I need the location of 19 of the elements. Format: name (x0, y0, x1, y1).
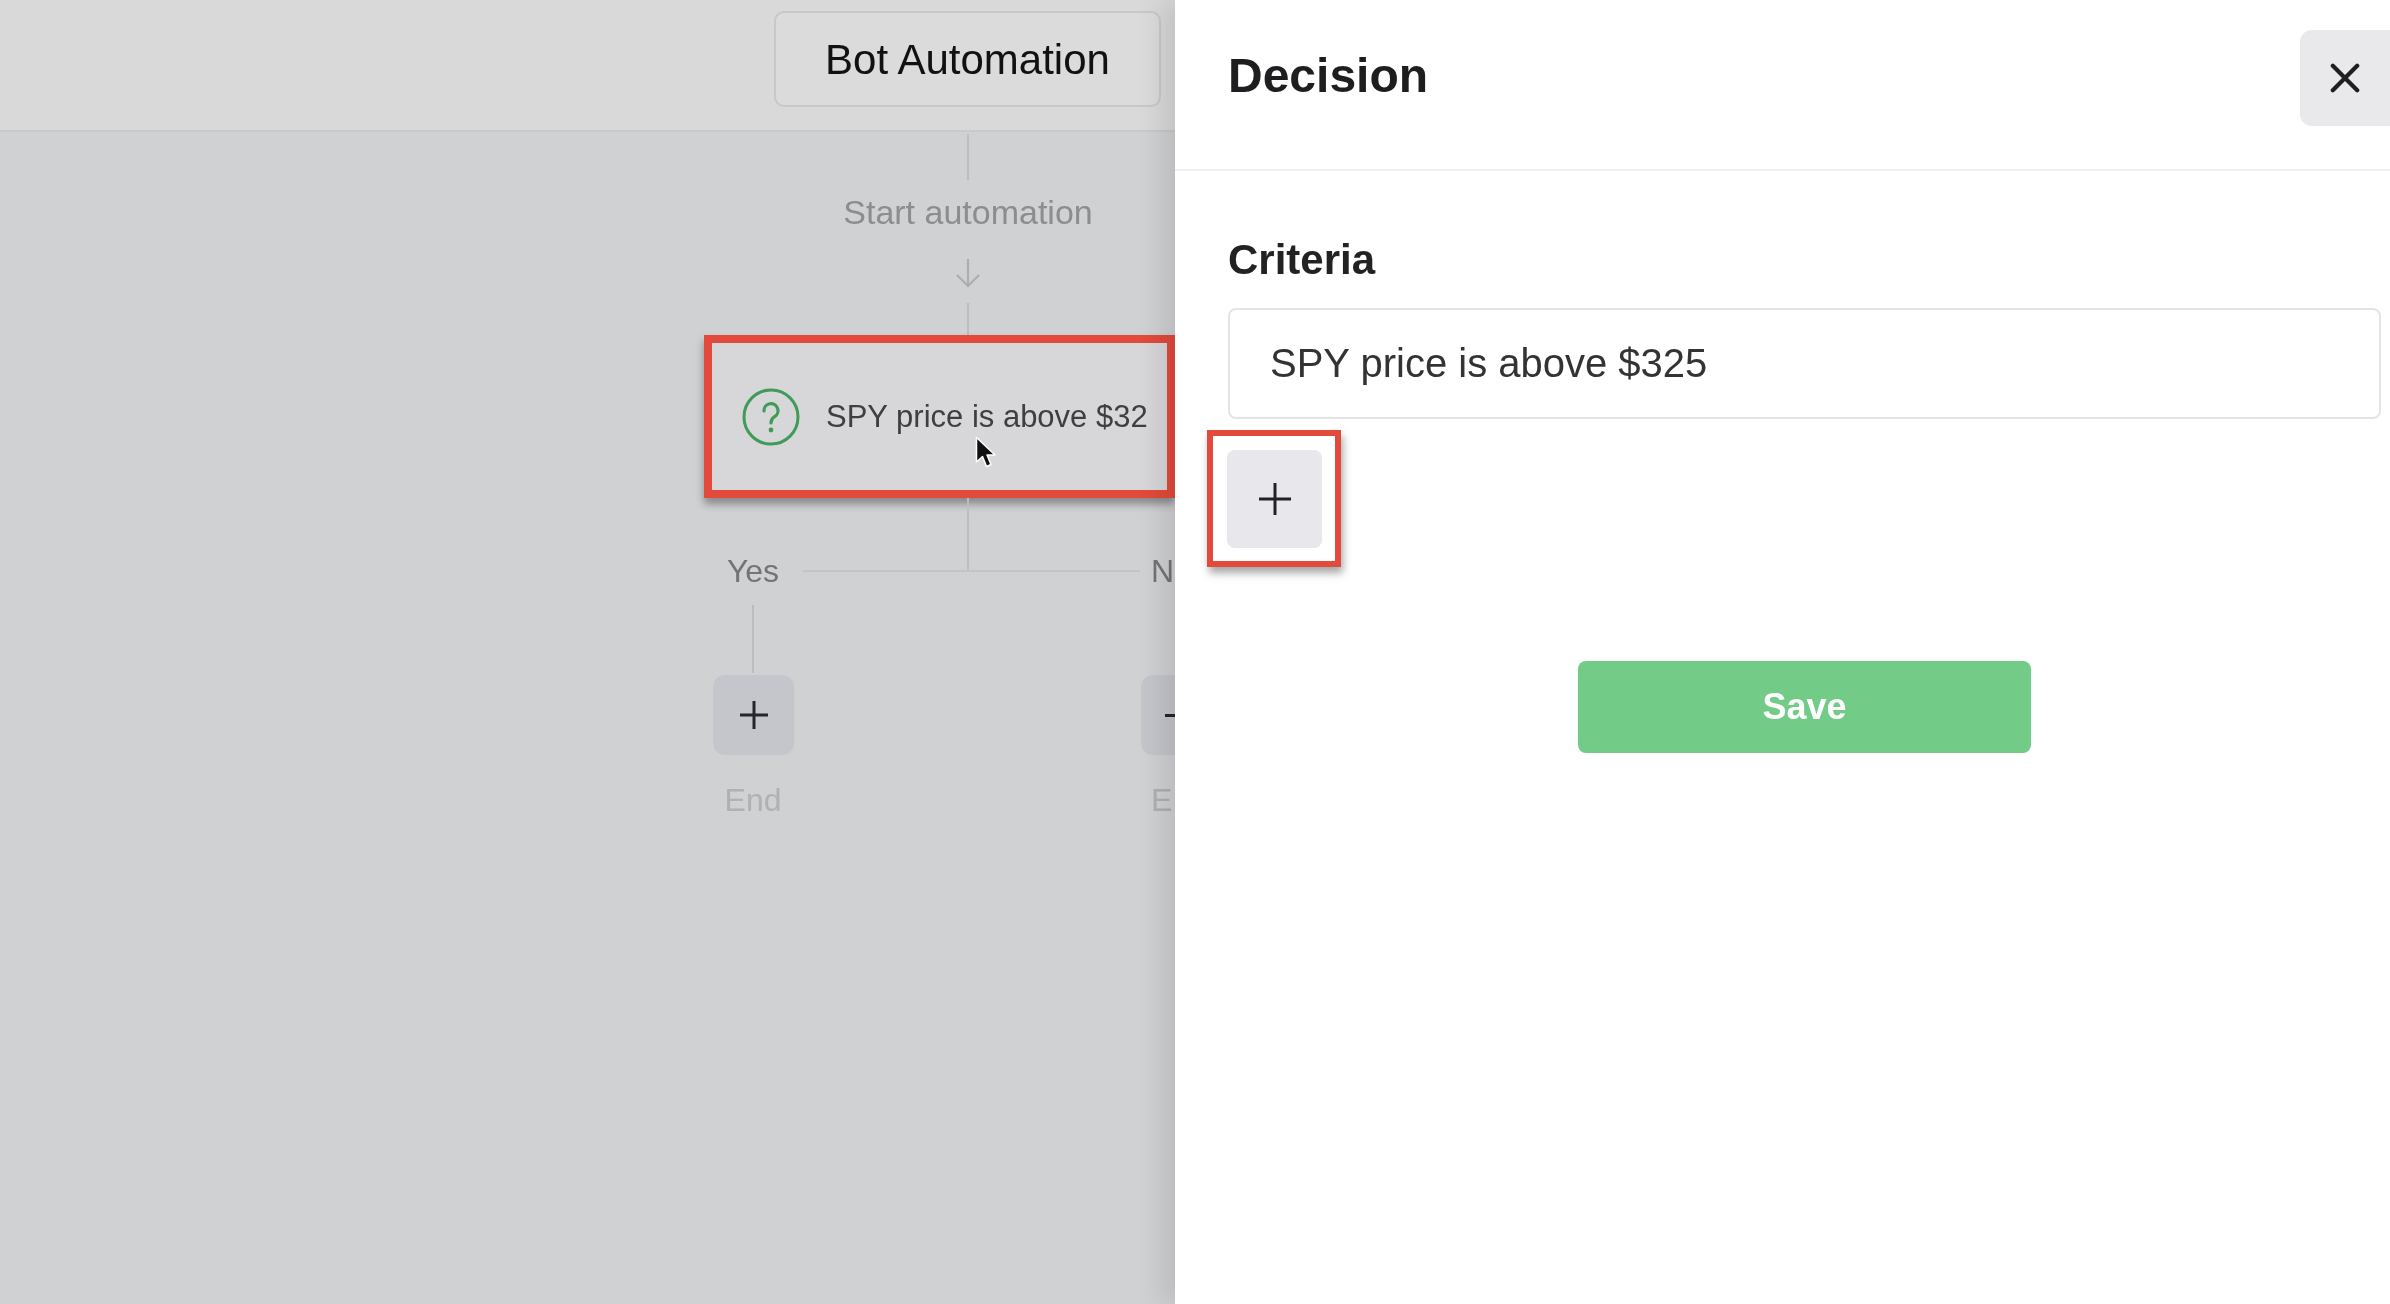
arrow-down-icon (953, 258, 983, 288)
panel-title: Decision (1228, 48, 1429, 104)
plus-icon (1257, 482, 1292, 516)
question-circle-icon (742, 387, 800, 446)
decision-node-text: SPY price is above $32 (826, 401, 1148, 432)
plus-icon (738, 700, 769, 730)
decision-node[interactable]: SPY price is above $32 (712, 343, 1167, 490)
criteria-label: Criteria (1228, 235, 1376, 285)
add-criteria-button[interactable] (1227, 450, 1322, 548)
branch-label: N (1151, 551, 1175, 591)
automation-title-button[interactable]: Bot Automation (774, 11, 1161, 107)
dash-icon (1165, 713, 1175, 717)
branch-label: Yes (726, 551, 780, 591)
start-label: Start automation (843, 191, 1093, 233)
criteria-input[interactable]: SPY price is above $325 (1228, 308, 2381, 419)
close-button[interactable] (2300, 30, 2390, 126)
close-icon (2330, 63, 2360, 93)
cursor-icon (975, 436, 997, 469)
add-step-button[interactable] (713, 675, 794, 755)
